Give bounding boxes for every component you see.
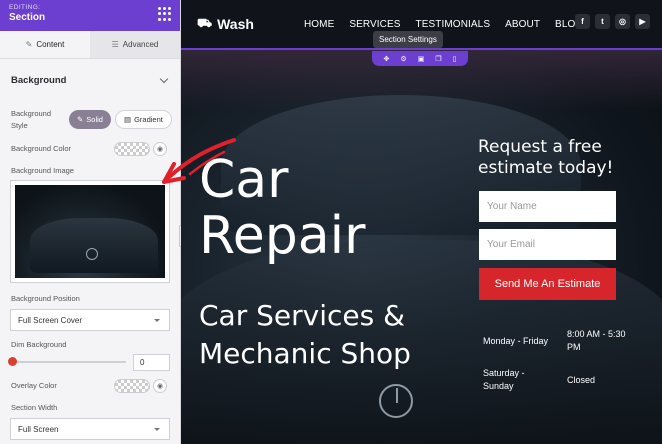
car-emblem — [379, 384, 413, 418]
dim-background-label: Dim Background — [11, 340, 67, 349]
delete-icon[interactable]: ▯ — [453, 55, 457, 63]
background-section-header[interactable]: Background — [0, 59, 180, 101]
hours-day-weekend-line-2: Sunday — [483, 381, 514, 391]
settings-gear-icon[interactable]: ⚙ — [400, 55, 406, 63]
subheadline-line-2: Mechanic Shop — [199, 337, 411, 370]
gradient-icon: ▤ — [123, 115, 132, 124]
tab-content[interactable]: ✎ Content — [0, 31, 90, 58]
sliders-icon: ☰ — [111, 40, 119, 49]
background-style-label: Background Style — [11, 109, 52, 130]
background-image-thumbnail — [15, 185, 165, 278]
form-title-line-1: Request a free — [478, 137, 602, 157]
gradient-button[interactable]: ▤ Gradient — [114, 110, 172, 129]
tab-advanced[interactable]: ☰ Advanced — [90, 31, 180, 58]
hours-day-weekend: Saturday - Sunday — [483, 367, 525, 393]
email-input[interactable]: Your Email — [479, 229, 616, 260]
caret-down-icon — [154, 319, 160, 322]
background-position-select[interactable]: Full Screen Cover — [10, 309, 170, 331]
hours-day-weekday: Monday - Friday — [483, 336, 549, 346]
menu-item-testimonials[interactable]: TESTIMONIALS — [416, 19, 491, 30]
hours-time-weekday-line-2: PM — [567, 342, 581, 352]
panel-header: EDITING: Section — [0, 0, 180, 31]
dim-value-input[interactable]: 0 — [133, 354, 170, 371]
tab-advanced-label: Advanced — [122, 40, 159, 49]
brush-icon: ✎ — [77, 115, 84, 124]
background-image-label: Background Image — [11, 166, 74, 175]
editing-label: EDITING: — [9, 4, 41, 11]
background-position-label: Background Position — [11, 294, 80, 303]
save-icon[interactable]: ▣ — [418, 55, 425, 63]
section-width-value: Full Screen — [18, 424, 59, 434]
facebook-icon[interactable]: f — [575, 14, 590, 29]
hours-time-weekend: Closed — [567, 375, 596, 385]
caret-down-icon — [154, 428, 160, 431]
duplicate-icon[interactable]: ❐ — [435, 55, 441, 63]
editor-panel: EDITING: Section ✎ Content ☰ Advanced Ba… — [0, 0, 181, 444]
section-title: Background — [11, 74, 67, 86]
background-style-toggle: ✎ Solid ▤ Gradient — [69, 110, 172, 129]
car-icon: ⛟ — [197, 16, 213, 30]
menu-item-services[interactable]: SERVICES — [349, 19, 400, 30]
move-icon[interactable]: ✥ — [384, 55, 390, 63]
social-icons: f t ◎ ▶ — [575, 14, 650, 29]
send-estimate-button[interactable]: Send Me An Estimate — [479, 268, 616, 300]
menu-item-home[interactable]: HOME — [304, 19, 334, 30]
chevron-down-icon — [159, 74, 169, 83]
section-width-select[interactable]: Full Screen — [10, 418, 170, 440]
hours-day-weekend-line-1: Saturday - — [483, 368, 525, 378]
panel-title: Section — [9, 12, 46, 23]
hero-subheadline: Car Services & Mechanic Shop — [199, 297, 411, 373]
panel-tabs: ✎ Content ☰ Advanced — [0, 31, 180, 59]
dim-slider-track[interactable] — [12, 361, 126, 363]
instagram-icon[interactable]: ◎ — [615, 14, 630, 29]
subheadline-line-1: Car Services & — [199, 299, 405, 332]
dim-slider-handle[interactable] — [8, 357, 17, 366]
section-toolbar: ✥ ⚙ ▣ ❐ ▯ — [372, 51, 468, 66]
background-color-swatch[interactable] — [114, 142, 150, 156]
tab-content-label: Content — [36, 40, 65, 49]
brand-name: Wash — [217, 16, 254, 32]
section-settings-tooltip: Section Settings — [373, 31, 443, 48]
site-logo[interactable]: ⛟ Wash — [197, 16, 254, 32]
twitter-icon[interactable]: t — [595, 14, 610, 29]
menu-item-about[interactable]: ABOUT — [505, 19, 540, 30]
headline-line-2: Repair — [199, 206, 366, 266]
form-title: Request a free estimate today! — [478, 137, 613, 179]
palette-icon[interactable]: ◉ — [153, 379, 167, 393]
section-width-label: Section Width — [11, 403, 58, 412]
pencil-icon: ✎ — [25, 40, 33, 49]
solid-button[interactable]: ✎ Solid — [69, 110, 111, 129]
gradient-label: Gradient — [134, 115, 163, 124]
page-preview: ⛟ Wash HOME SERVICES TESTIMONIALS ABOUT … — [181, 0, 662, 444]
name-input[interactable]: Your Name — [479, 191, 616, 222]
form-title-line-2: estimate today! — [478, 158, 614, 178]
overlay-color-label: Overlay Color — [11, 381, 57, 390]
background-color-label: Background Color — [11, 144, 72, 153]
main-menu: HOME SERVICES TESTIMONIALS ABOUT BLOG — [304, 19, 583, 30]
hours-time-weekday-line-1: 8:00 AM - 5:30 — [567, 329, 626, 339]
solid-label: Solid — [86, 115, 103, 124]
grid-menu-icon[interactable] — [158, 7, 172, 21]
background-image-picker[interactable] — [10, 180, 170, 283]
hours-time-weekday: 8:00 AM - 5:30 PM — [567, 328, 626, 354]
overlay-color-swatch[interactable] — [114, 379, 150, 393]
annotation-arrow — [162, 138, 236, 184]
youtube-icon[interactable]: ▶ — [635, 14, 650, 29]
background-position-value: Full Screen Cover — [18, 315, 83, 325]
